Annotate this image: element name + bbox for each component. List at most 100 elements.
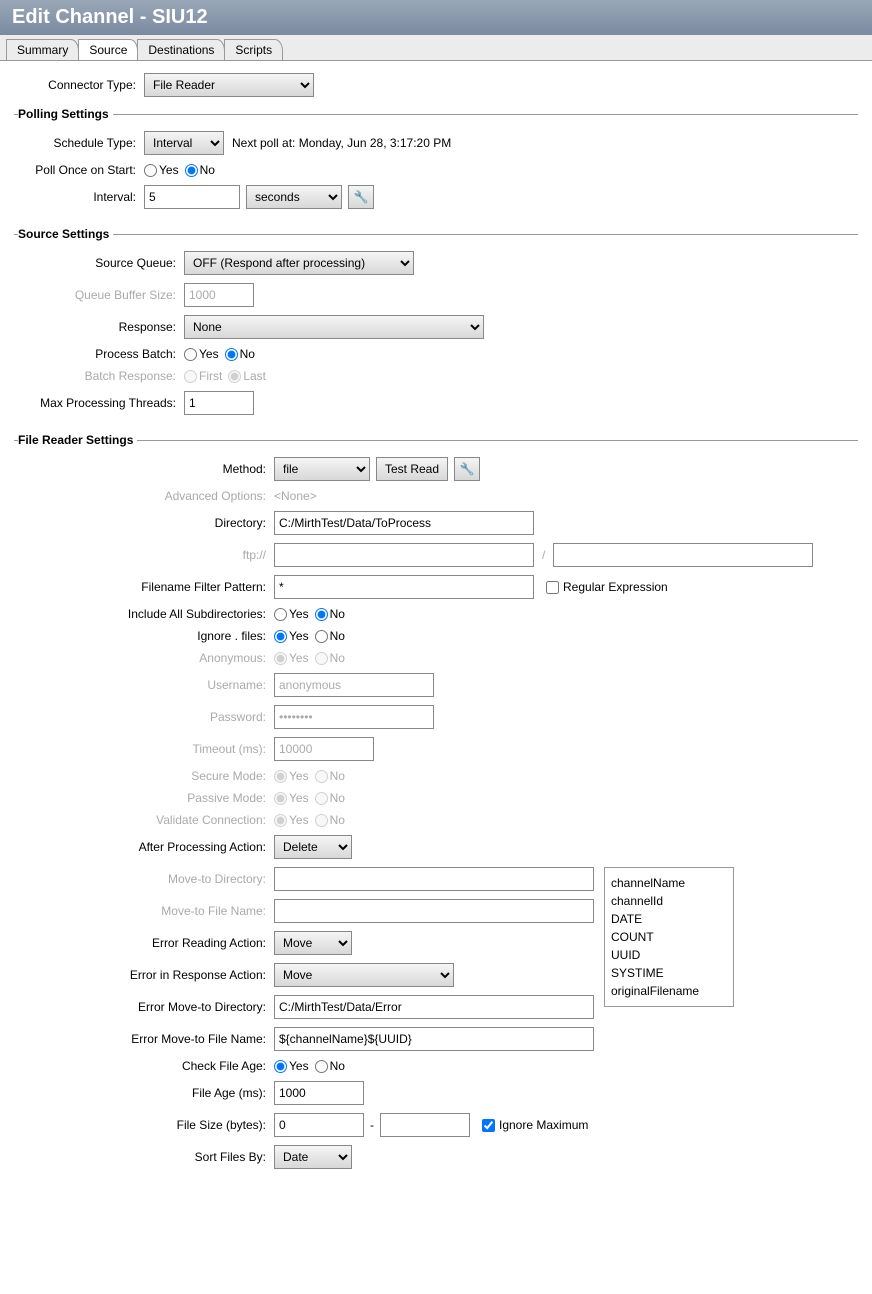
- err-read-select[interactable]: Move: [274, 931, 352, 955]
- include-subs-label: Include All Subdirectories:: [14, 607, 274, 621]
- poll-once-yes[interactable]: Yes: [144, 163, 179, 177]
- after-action-select[interactable]: Delete: [274, 835, 352, 859]
- max-threads-input[interactable]: [184, 391, 254, 415]
- var-count[interactable]: COUNT: [611, 928, 727, 946]
- next-poll-text: Next poll at: Monday, Jun 28, 3:17:20 PM: [232, 136, 451, 150]
- anonymous-yes: Yes: [274, 651, 309, 665]
- include-subs-yes[interactable]: Yes: [274, 607, 309, 621]
- schedule-type-select[interactable]: Interval: [144, 131, 224, 155]
- username-input: [274, 673, 434, 697]
- interval-settings-button[interactable]: 🔧: [348, 185, 374, 209]
- err-resp-select[interactable]: Move: [274, 963, 454, 987]
- ignore-dot-label: Ignore . files:: [14, 629, 274, 643]
- process-batch-no[interactable]: No: [225, 347, 255, 361]
- move-file-label: Move-to File Name:: [14, 904, 274, 918]
- adv-options-value: <None>: [274, 489, 317, 503]
- ignore-max-checkbox[interactable]: Ignore Maximum: [482, 1118, 588, 1132]
- check-age-yes[interactable]: Yes: [274, 1059, 309, 1073]
- batch-response-label: Batch Response:: [14, 369, 184, 383]
- validate-conn-no: No: [315, 813, 345, 827]
- wrench-icon: 🔧: [354, 190, 369, 204]
- page-title: Edit Channel - SIU12: [0, 0, 872, 35]
- check-age-label: Check File Age:: [14, 1059, 274, 1073]
- polling-legend: Polling Settings: [18, 107, 113, 121]
- process-batch-yes[interactable]: Yes: [184, 347, 219, 361]
- err-read-label: Error Reading Action:: [14, 936, 274, 950]
- anonymous-no: No: [315, 651, 345, 665]
- username-label: Username:: [14, 678, 274, 692]
- passive-mode-no: No: [315, 791, 345, 805]
- tab-scripts[interactable]: Scripts: [224, 39, 283, 60]
- polling-settings: Polling Settings Schedule Type: Interval…: [14, 107, 858, 217]
- file-size-label: File Size (bytes):: [14, 1118, 274, 1132]
- check-age-no[interactable]: No: [315, 1059, 345, 1073]
- secure-mode-no: No: [315, 769, 345, 783]
- connector-type-select[interactable]: File Reader: [144, 73, 314, 97]
- response-select[interactable]: None: [184, 315, 484, 339]
- file-size-min-input[interactable]: [274, 1113, 364, 1137]
- password-label: Password:: [14, 710, 274, 724]
- var-origfilename[interactable]: originalFilename: [611, 982, 727, 1000]
- source-settings: Source Settings Source Queue: OFF (Respo…: [14, 227, 858, 423]
- err-move-file-input[interactable]: [274, 1027, 594, 1051]
- err-move-dir-input[interactable]: [274, 995, 594, 1019]
- method-label: Method:: [14, 462, 274, 476]
- err-move-dir-label: Error Move-to Directory:: [14, 1000, 274, 1014]
- buffer-size-input: [184, 283, 254, 307]
- reader-legend: File Reader Settings: [18, 433, 137, 447]
- interval-unit-select[interactable]: seconds: [246, 185, 342, 209]
- regex-checkbox[interactable]: Regular Expression: [546, 580, 668, 594]
- tabbar: Summary Source Destinations Scripts: [0, 35, 872, 61]
- var-date[interactable]: DATE: [611, 910, 727, 928]
- var-channelname[interactable]: channelName: [611, 874, 727, 892]
- test-read-button[interactable]: Test Read: [376, 457, 448, 481]
- passive-mode-yes: Yes: [274, 791, 309, 805]
- method-settings-button[interactable]: 🔧: [454, 457, 480, 481]
- validate-conn-yes: Yes: [274, 813, 309, 827]
- move-dir-label: Move-to Directory:: [14, 872, 274, 886]
- tab-summary[interactable]: Summary: [6, 39, 79, 60]
- var-channelid[interactable]: channelId: [611, 892, 727, 910]
- ftp-path-input: [553, 543, 813, 567]
- anonymous-label: Anonymous:: [14, 651, 274, 665]
- file-size-max-input: [380, 1113, 470, 1137]
- secure-mode-yes: Yes: [274, 769, 309, 783]
- var-systime[interactable]: SYSTIME: [611, 964, 727, 982]
- filter-label: Filename Filter Pattern:: [14, 580, 274, 594]
- move-dir-input: [274, 867, 594, 891]
- err-move-file-label: Error Move-to File Name:: [14, 1032, 274, 1046]
- batch-response-last: Last: [228, 369, 266, 383]
- file-size-dash: -: [370, 1118, 374, 1132]
- adv-options-label: Advanced Options:: [14, 489, 274, 503]
- tab-destinations[interactable]: Destinations: [137, 39, 225, 60]
- ignore-dot-no[interactable]: No: [315, 629, 345, 643]
- schedule-type-label: Schedule Type:: [14, 136, 144, 150]
- directory-input[interactable]: [274, 511, 534, 535]
- interval-input[interactable]: [144, 185, 240, 209]
- validate-conn-label: Validate Connection:: [14, 813, 274, 827]
- ftp-label: ftp://: [14, 548, 274, 562]
- file-age-input[interactable]: [274, 1081, 364, 1105]
- secure-mode-label: Secure Mode:: [14, 769, 274, 783]
- source-queue-select[interactable]: OFF (Respond after processing): [184, 251, 414, 275]
- source-legend: Source Settings: [18, 227, 113, 241]
- sort-by-select[interactable]: Date: [274, 1145, 352, 1169]
- ignore-dot-yes[interactable]: Yes: [274, 629, 309, 643]
- connector-type-label: Connector Type:: [14, 78, 144, 92]
- tab-source[interactable]: Source: [78, 39, 138, 60]
- interval-label: Interval:: [14, 190, 144, 204]
- var-uuid[interactable]: UUID: [611, 946, 727, 964]
- ftp-host-input: [274, 543, 534, 567]
- timeout-label: Timeout (ms):: [14, 742, 274, 756]
- move-file-input: [274, 899, 594, 923]
- process-batch-label: Process Batch:: [14, 347, 184, 361]
- variable-list[interactable]: channelName channelId DATE COUNT UUID SY…: [604, 867, 734, 1007]
- timeout-input: [274, 737, 374, 761]
- poll-once-no[interactable]: No: [185, 163, 215, 177]
- filter-input[interactable]: [274, 575, 534, 599]
- include-subs-no[interactable]: No: [315, 607, 345, 621]
- file-age-label: File Age (ms):: [14, 1086, 274, 1100]
- method-select[interactable]: file: [274, 457, 370, 481]
- buffer-size-label: Queue Buffer Size:: [14, 288, 184, 302]
- err-resp-label: Error in Response Action:: [14, 968, 274, 982]
